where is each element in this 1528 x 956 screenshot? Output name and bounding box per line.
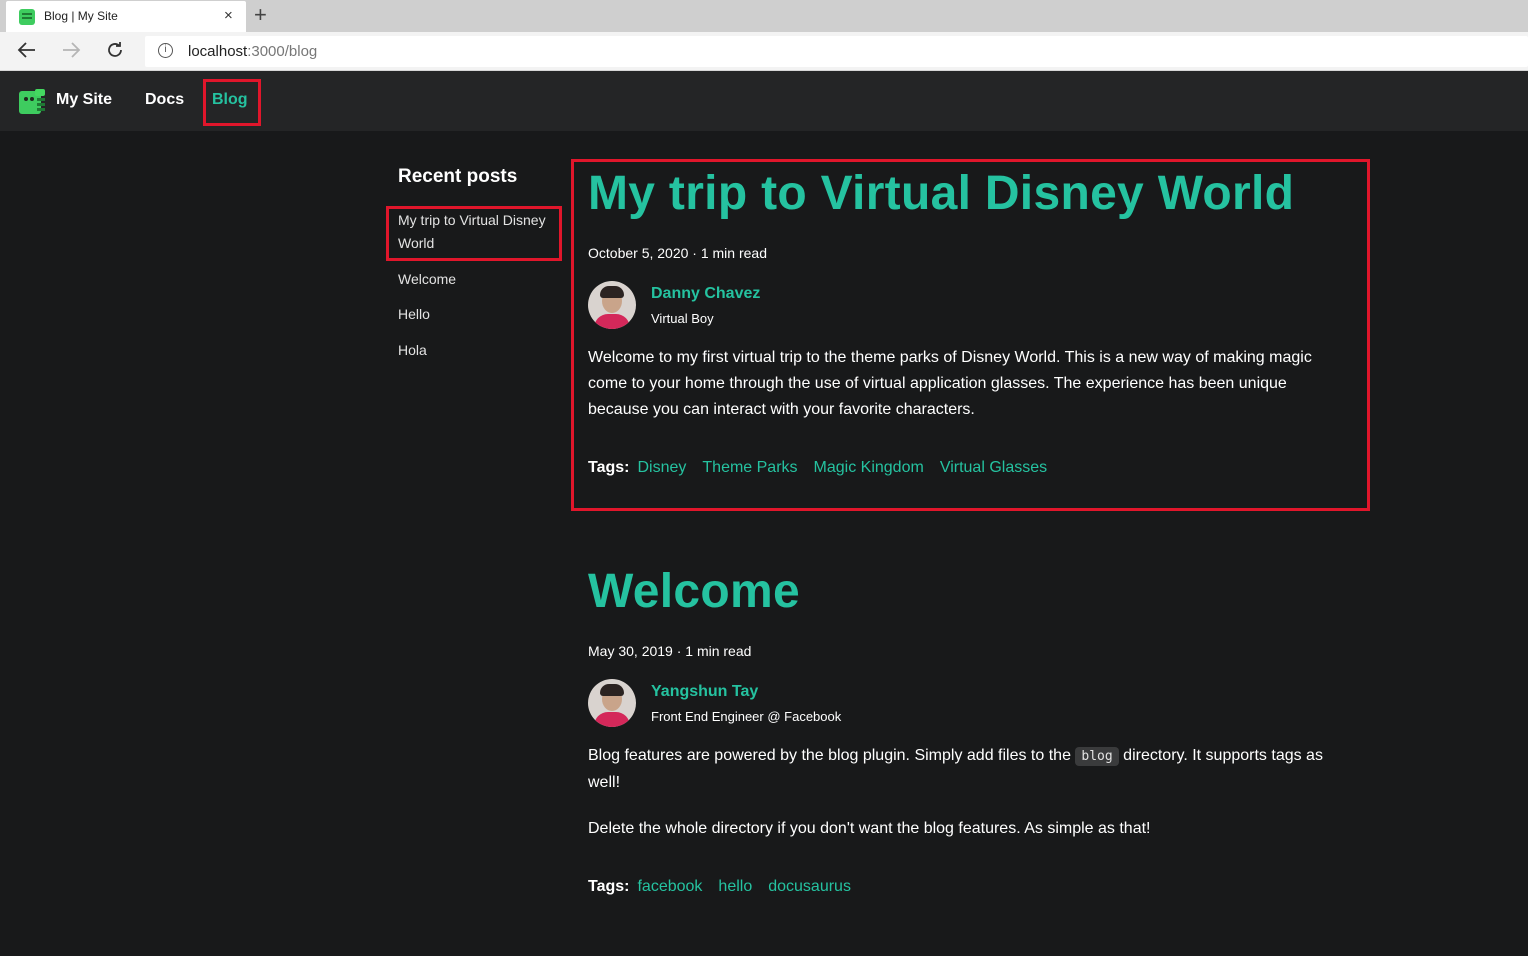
browser-tab[interactable]: Blog | My Site × xyxy=(6,1,246,32)
close-tab-icon[interactable]: × xyxy=(224,7,233,25)
site-favicon-icon xyxy=(19,9,35,25)
tags-label: Tags: xyxy=(588,878,630,895)
post-paragraph: Blog features are powered by the blog pl… xyxy=(588,747,1323,791)
author-avatar[interactable] xyxy=(588,679,636,727)
tag-link[interactable]: facebook xyxy=(637,878,702,895)
tag-link[interactable]: Disney xyxy=(637,459,686,476)
reload-icon[interactable] xyxy=(105,40,125,65)
tag-link[interactable]: docusaurus xyxy=(768,878,851,895)
post-title[interactable]: My trip to Virtual Disney World xyxy=(588,166,1294,221)
author-role: Front End Engineer @ Facebook xyxy=(651,709,842,724)
site-info-icon[interactable]: i xyxy=(158,43,173,58)
post-paragraph: Delete the whole directory if you don't … xyxy=(588,820,1151,837)
address-bar[interactable]: i localhost:3000/blog xyxy=(145,36,1528,67)
docusaurus-logo-icon[interactable] xyxy=(17,87,47,116)
post-tags: Tags: facebook hello docusaurus xyxy=(588,878,867,896)
author-name[interactable]: Danny Chavez xyxy=(651,285,760,303)
sidebar-item-welcome[interactable]: Welcome xyxy=(398,268,558,291)
post-title[interactable]: Welcome xyxy=(588,564,800,619)
author-role: Virtual Boy xyxy=(651,311,714,326)
site-navbar: My Site Docs Blog xyxy=(0,71,1528,131)
site-brand[interactable]: My Site xyxy=(56,91,112,109)
tag-link[interactable]: Magic Kingdom xyxy=(814,459,924,476)
tab-title: Blog | My Site xyxy=(44,9,118,23)
post-meta: October 5, 2020 · 1 min read xyxy=(588,245,767,261)
new-tab-icon[interactable]: + xyxy=(254,3,267,27)
forward-arrow-icon[interactable] xyxy=(61,40,81,65)
inline-code: blog xyxy=(1075,747,1119,766)
nav-link-docs[interactable]: Docs xyxy=(145,91,184,109)
author-name[interactable]: Yangshun Tay xyxy=(651,683,758,701)
sidebar-title: Recent posts xyxy=(398,166,518,187)
nav-link-blog[interactable]: Blog xyxy=(212,91,248,109)
sidebar-item-hola[interactable]: Hola xyxy=(398,339,558,362)
sidebar-item-hello[interactable]: Hello xyxy=(398,303,558,326)
tags-label: Tags: xyxy=(588,459,630,476)
post-paragraph: Welcome to my first virtual trip to the … xyxy=(588,349,1312,418)
browser-toolbar: i localhost:3000/blog xyxy=(0,32,1528,71)
browser-tabstrip: Blog | My Site × + xyxy=(0,0,1528,32)
tag-link[interactable]: Virtual Glasses xyxy=(940,459,1047,476)
author-avatar[interactable] xyxy=(588,281,636,329)
back-arrow-icon[interactable] xyxy=(17,40,37,65)
post-tags: Tags: Disney Theme Parks Magic Kingdom Virtu… xyxy=(588,459,1063,477)
url-text: localhost:3000/blog xyxy=(188,43,318,60)
post-meta: May 30, 2019 · 1 min read xyxy=(588,643,752,659)
sidebar-item-virtual-disney[interactable]: My trip to Virtual Disney World xyxy=(398,209,558,255)
tag-link[interactable]: Theme Parks xyxy=(702,459,797,476)
tag-link[interactable]: hello xyxy=(718,878,752,895)
